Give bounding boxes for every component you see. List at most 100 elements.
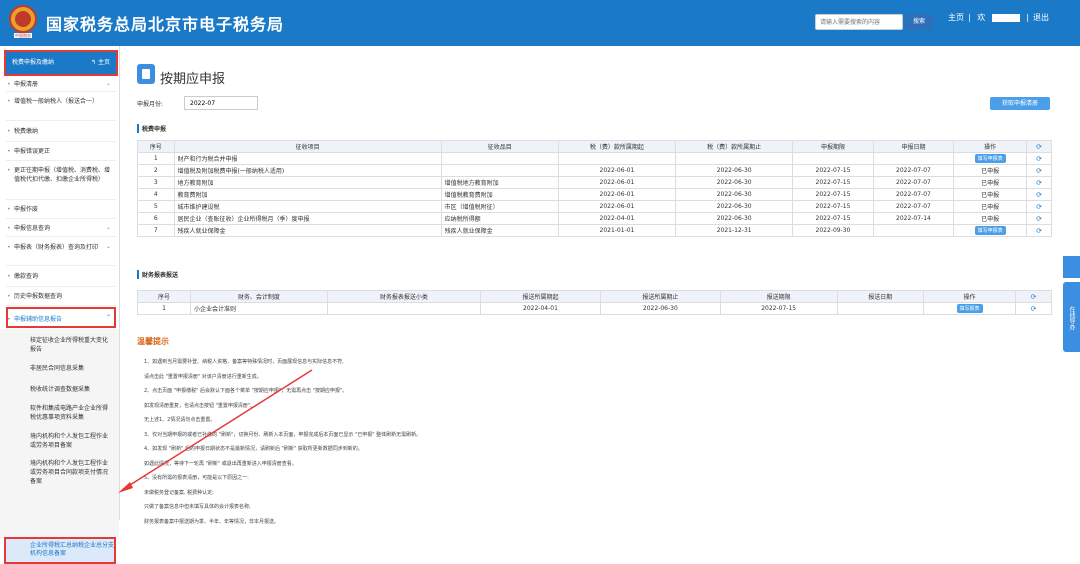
svg-text:中国税务: 中国税务: [15, 32, 31, 38]
table-cell: 2022-07-15: [792, 212, 874, 225]
table-cell: 地方教育附加: [173, 176, 442, 189]
sidebar-item-report-query[interactable]: 申报表（财务报表）查询及打印: [7, 243, 110, 252]
divider: [6, 160, 116, 161]
table-cell: 2022-06-01: [557, 200, 677, 213]
refresh-icon[interactable]: ⟳: [1026, 224, 1052, 237]
tax-header: 序号: [137, 140, 175, 153]
sidebar-item-payment-query[interactable]: 缴款查询: [7, 272, 110, 281]
tips-title: 温馨提示: [137, 337, 169, 346]
submenu-item[interactable]: 税收统计调查数据采集: [30, 385, 112, 394]
table-cell: 2: [137, 164, 175, 177]
table-cell: 4: [137, 188, 175, 201]
table-cell: 2021-12-31: [675, 224, 794, 237]
sidebar-item-vat-general[interactable]: 增值税一般纳税人（报送合一）: [7, 97, 110, 106]
table-cell[interactable]: 填写报表: [922, 302, 1017, 315]
top-header: 中国税务 国家税务总局北京市电子税务局 搜索 主页| 欢 |退出: [0, 0, 1080, 46]
sidebar-item-error-correction[interactable]: 申报错误更正: [7, 147, 110, 156]
tax-header: 申报日期: [872, 140, 955, 153]
refresh-icon[interactable]: ⟳: [1026, 164, 1052, 177]
table-cell: 2022-06-01: [557, 176, 677, 189]
submenu-item[interactable]: 核定征收企业所得税重大变化报告: [30, 336, 112, 354]
table-cell[interactable]: 填写申报表: [953, 224, 1028, 237]
table-row: 5 城市维护建设税 市区（增值税附征） 2022-06-01 2022-06-30 202…: [137, 200, 1052, 213]
submenu-item[interactable]: 非居民合同信息采集: [30, 364, 112, 373]
table-cell: 2022-06-01: [557, 164, 677, 177]
divider: [6, 218, 116, 219]
refresh-icon[interactable]: ⟳: [1026, 140, 1052, 153]
sidebar-item-void[interactable]: 申报作废: [7, 205, 110, 214]
table-cell: 已申报: [953, 212, 1028, 225]
table-cell: 2022-07-15: [719, 302, 838, 315]
table-cell: 7: [137, 224, 175, 237]
sidebar: 税费申报及缴纳 ↰ 主页 申报清册⌄ 增值税一般纳税人（报送合一） 税费缴纳 申…: [0, 46, 120, 564]
user-name[interactable]: 欢: [977, 13, 985, 22]
month-input[interactable]: [184, 96, 258, 110]
table-cell: 残疾人就业保障金: [440, 224, 559, 237]
finance-header: 报送所属期起: [480, 290, 601, 303]
fill-report-button[interactable]: 填写报表: [956, 304, 983, 313]
table-cell[interactable]: 填写申报表: [953, 152, 1028, 165]
sidebar-item-tax-payment[interactable]: 税费缴纳: [7, 127, 110, 136]
home-link[interactable]: 主页: [948, 13, 964, 22]
table-row: 6 居民企业（查账征收）企业所得税月（季）度申报 应纳税所得额 2022-04-01 2…: [137, 212, 1052, 225]
get-list-button[interactable]: 获取申报清册: [990, 97, 1050, 110]
table-cell: 2022-07-07: [872, 200, 955, 213]
table-cell: 2022-06-30: [599, 302, 721, 315]
refresh-icon[interactable]: ⟳: [1015, 290, 1052, 303]
table-cell: [440, 152, 559, 165]
divider: [6, 91, 116, 92]
chevron-down-icon: ⌄: [105, 224, 111, 231]
highlight-box-aux: [6, 307, 116, 328]
table-cell: 增值税地方教育附加: [440, 176, 559, 189]
search-button[interactable]: 搜索: [905, 14, 933, 30]
table-cell: [792, 152, 874, 165]
table-cell: 2022-07-15: [792, 176, 874, 189]
highlight-box-top: [4, 50, 118, 76]
divider: [6, 120, 116, 121]
sidebar-item-past-correction[interactable]: 更正往期申报（增值税、消费税、增值税代扣代缴、扣缴企业所得税）: [7, 166, 110, 184]
submenu-item[interactable]: 境内机构和个人发包工程作业或劳务项目合同款项支付情况备案: [30, 459, 112, 486]
sidebar-item-declaration-list[interactable]: 申报清册: [7, 80, 110, 89]
table-row: 2 增值税及附加税费申报(一般纳税人适用) 2022-06-01 2022-06-30…: [137, 164, 1052, 177]
refresh-icon[interactable]: ⟳: [1026, 200, 1052, 213]
refresh-icon[interactable]: ⟳: [1026, 152, 1052, 165]
table-cell: 小企业会计准则: [190, 302, 328, 315]
tax-header: 征收品目: [440, 140, 559, 153]
table-cell: 应纳税所得额: [440, 212, 559, 225]
finance-header: 操作: [922, 290, 1017, 303]
table-cell: [557, 152, 677, 165]
float-helper-button[interactable]: 在线导办: [1063, 282, 1080, 352]
tip-line: 无上述1、2情况请勿点击重置。: [144, 417, 216, 423]
submenu-item[interactable]: 境内机构和个人发包工程作业或劳务项目备案: [30, 432, 112, 450]
finance-header: 报送日期: [836, 290, 925, 303]
table-row: 1 小企业会计准则 2022-04-01 2022-06-30 2022-07-15 填写…: [137, 302, 1052, 315]
search-input[interactable]: [815, 14, 903, 30]
table-cell: [872, 152, 955, 165]
table-cell: 已申报: [953, 176, 1028, 189]
table-cell: 5: [137, 200, 175, 213]
section-title-finance: 财务报表报送: [137, 270, 178, 279]
table-cell: 教育费附加: [173, 188, 442, 201]
refresh-icon[interactable]: ⟳: [1026, 176, 1052, 189]
table-cell: 1: [137, 152, 175, 165]
refresh-icon[interactable]: ⟳: [1015, 302, 1052, 315]
refresh-icon[interactable]: ⟳: [1026, 212, 1052, 225]
section-title-tax: 税费申报: [137, 124, 166, 133]
fill-report-button[interactable]: 填写申报表: [974, 154, 1006, 163]
float-top-icon[interactable]: [1063, 256, 1080, 278]
table-cell: 2022-06-30: [675, 164, 794, 177]
tip-line: 未做税务登记备案, 税费种认定;: [144, 489, 214, 496]
sidebar-item-history-query[interactable]: 历史申报数据查询: [7, 292, 110, 301]
chevron-down-icon: ⌄: [105, 243, 111, 250]
sidebar-item-info-query[interactable]: 申报信息查询: [7, 224, 110, 233]
logout-link[interactable]: 退出: [1033, 13, 1049, 22]
table-cell: 1: [137, 302, 191, 315]
tip-line: 2、点击页面 "申报缴税" 后会默认下面各个菜单 "按期应申报"，无需再点击 "…: [144, 388, 348, 394]
table-cell: 已申报: [953, 188, 1028, 201]
tip-line: 只做了备案信息中但未填写具体的会计报表名称;: [144, 504, 251, 510]
tax-table: 序号 征收项目 征收品目 税（费）款所属期起 税（费）款所属期止 申报期限 申报日期 操作 ⟳ 1…: [137, 140, 1052, 237]
submenu-item[interactable]: 软件和集成电路产业企业所得税优惠事项资料采集: [30, 404, 112, 422]
refresh-icon[interactable]: ⟳: [1026, 188, 1052, 201]
table-cell: 2022-07-15: [792, 188, 874, 201]
fill-report-button[interactable]: 填写申报表: [974, 226, 1006, 235]
